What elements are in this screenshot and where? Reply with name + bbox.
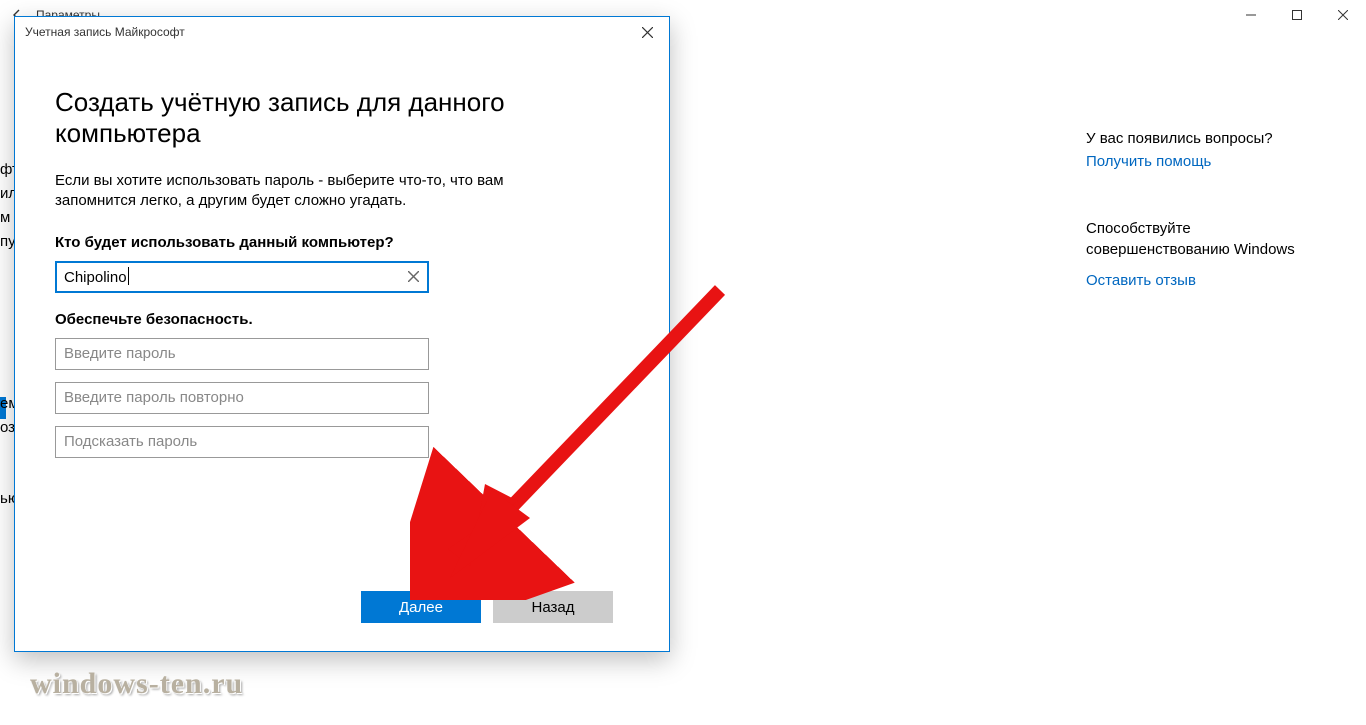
feedback-question: Способствуйте совершенствованию Windows [1086, 218, 1336, 260]
maximize-button[interactable] [1274, 0, 1320, 30]
dialog-close-button[interactable] [625, 17, 669, 47]
dialog-heading: Создать учётную запись для данного компь… [55, 87, 629, 149]
username-label: Кто будет использовать данный компьютер? [55, 234, 629, 251]
username-input-wrap: Chipolino [55, 261, 429, 311]
close-window-button[interactable] [1320, 0, 1366, 30]
get-help-link[interactable]: Получить помощь [1086, 153, 1211, 170]
security-label: Обеспечьте безопасность. [55, 311, 629, 328]
window-controls [1228, 0, 1366, 30]
dialog-titlebar: Учетная запись Майкрософт [15, 17, 669, 47]
password-input[interactable] [55, 338, 429, 370]
watermark: windows-ten.ru [30, 667, 243, 701]
password-hint-input[interactable] [55, 426, 429, 458]
leave-feedback-link[interactable]: Оставить отзыв [1086, 272, 1196, 289]
dialog-title: Учетная запись Майкрософт [25, 25, 185, 39]
dialog-description: Если вы хотите использовать пароль - выб… [55, 171, 575, 212]
settings-sidebar-right: У вас появились вопросы? Получить помощь… [1066, 30, 1366, 725]
minimize-button[interactable] [1228, 0, 1274, 30]
next-button[interactable]: Далее [361, 591, 481, 623]
dialog-actions: Далее Назад [55, 591, 629, 627]
username-input[interactable] [55, 261, 429, 293]
clear-input-icon[interactable] [397, 261, 429, 293]
create-account-dialog: Учетная запись Майкрософт Создать учётну… [14, 16, 670, 652]
back-button[interactable]: Назад [493, 591, 613, 623]
help-question: У вас появились вопросы? [1086, 130, 1336, 147]
password-confirm-input[interactable] [55, 382, 429, 414]
